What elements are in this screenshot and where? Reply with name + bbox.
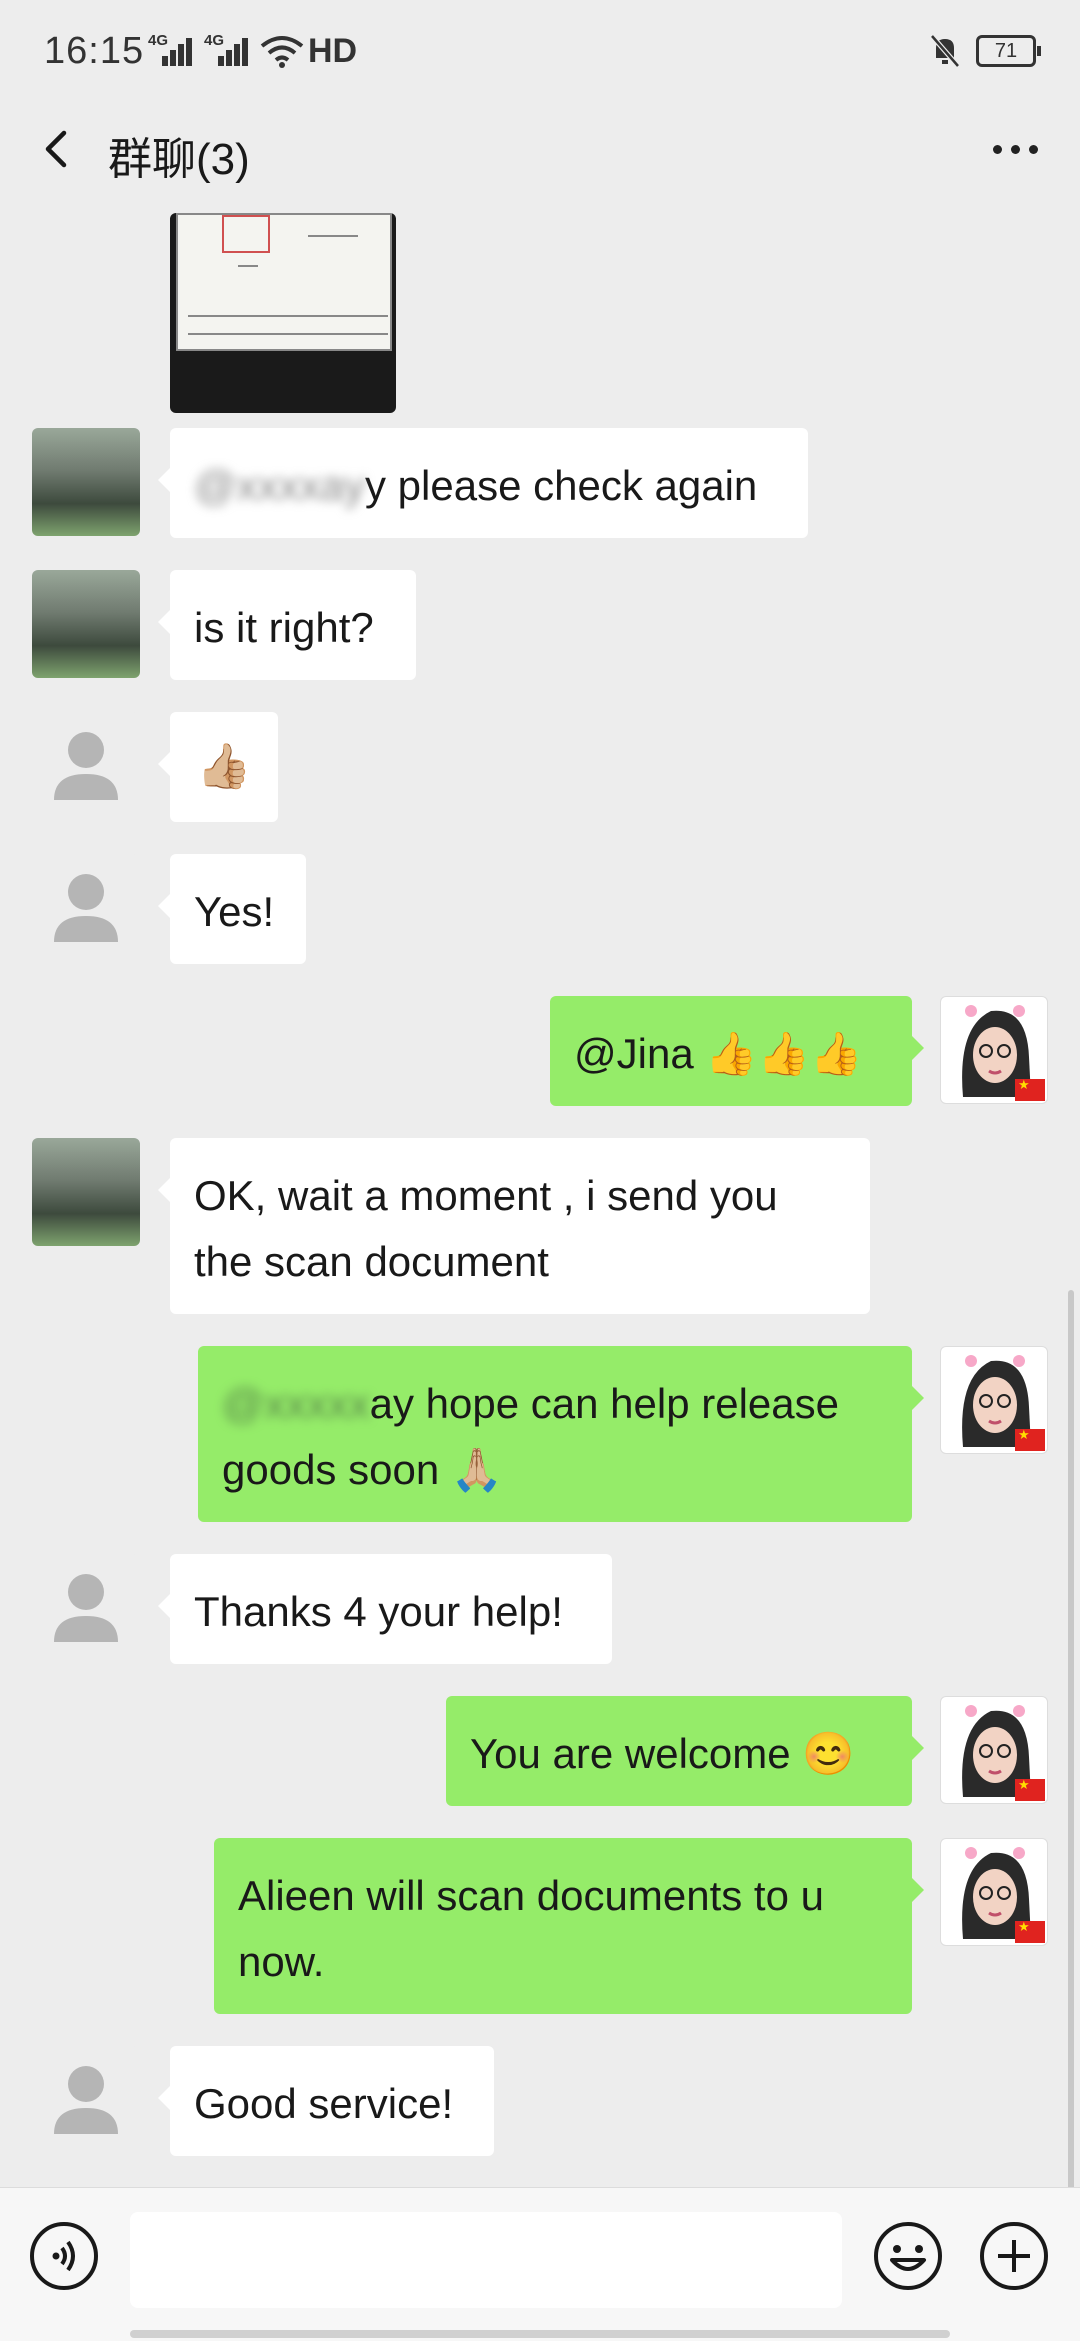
signal-icons: 4G 4G	[148, 32, 304, 68]
chat-area[interactable]: @xxxxayy please check again is it right?…	[0, 195, 1080, 2187]
self-avatar[interactable]	[940, 1346, 1048, 1454]
battery-icon: 71	[976, 35, 1041, 67]
hd-indicator: HD	[308, 32, 358, 70]
signal-icon: 4G	[148, 32, 194, 68]
nav-bar: 群聊(3)	[0, 105, 1080, 195]
message-bubble[interactable]: @xxxxxay hope can help release goods soo…	[198, 1346, 924, 1522]
back-arrow-icon	[45, 130, 67, 168]
default-user-icon	[54, 2066, 118, 2134]
more-button[interactable]	[980, 119, 1050, 179]
message-bubble[interactable]: is it right?	[158, 570, 416, 680]
input-bar	[0, 2187, 1080, 2341]
status-right: 71	[928, 34, 1041, 68]
signal-icon: 4G	[204, 32, 250, 68]
page-title: 群聊(3)	[108, 135, 250, 184]
group-member-avatar[interactable]	[32, 428, 140, 536]
china-flag-icon	[1015, 1427, 1045, 1451]
status-time: 16:15	[44, 30, 145, 72]
self-avatar[interactable]	[940, 996, 1048, 1104]
document-thumbnail	[176, 213, 392, 351]
default-user-icon	[54, 874, 118, 942]
default-user-icon	[54, 732, 118, 800]
voice-icon	[30, 2222, 98, 2290]
message-bubble[interactable]: @xxxxayy please check again	[158, 428, 808, 538]
self-avatar[interactable]	[940, 1838, 1048, 1946]
default-avatar[interactable]	[32, 854, 140, 962]
emoji-icon	[874, 2222, 942, 2290]
mute-bell-icon	[930, 34, 960, 68]
default-user-icon	[54, 1574, 118, 1642]
message-bubble[interactable]: Yes!	[158, 854, 306, 964]
group-member-avatar[interactable]	[32, 1138, 140, 1246]
back-button[interactable]	[30, 119, 90, 179]
message-bubble[interactable]: OK, wait a moment , i send you the scan …	[158, 1138, 870, 1314]
plus-button[interactable]	[978, 2220, 1050, 2292]
default-avatar[interactable]	[32, 1554, 140, 1662]
plus-icon	[980, 2222, 1048, 2290]
home-indicator	[130, 2330, 950, 2338]
message-bubble[interactable]: You are welcome 😊	[446, 1696, 924, 1806]
wifi-icon	[260, 36, 304, 68]
image-message[interactable]	[170, 213, 396, 413]
message-bubble[interactable]: Good service!	[158, 2046, 494, 2156]
message-bubble[interactable]: Thanks 4 your help!	[158, 1554, 612, 1664]
message-input[interactable]	[130, 2212, 842, 2308]
more-dots-icon	[992, 144, 1002, 154]
status-bar: 16:15 4G 4G HD 71	[0, 0, 1080, 105]
china-flag-icon	[1015, 1077, 1045, 1101]
message-bubble[interactable]: 👍🏼	[158, 712, 278, 822]
message-bubble[interactable]: Alieen will scan documents to u now.	[214, 1838, 924, 2014]
emoji-button[interactable]	[872, 2220, 944, 2292]
thumbs-up-emoji: 👍🏼	[196, 742, 252, 791]
self-avatar[interactable]	[940, 1696, 1048, 1804]
default-avatar[interactable]	[32, 2046, 140, 2154]
group-member-avatar[interactable]	[32, 570, 140, 678]
message-bubble[interactable]: @Jina 👍👍👍	[550, 996, 924, 1106]
scrollbar[interactable]	[1068, 1290, 1074, 2187]
china-flag-icon	[1015, 1777, 1045, 1801]
voice-button[interactable]	[28, 2220, 100, 2292]
china-flag-icon	[1015, 1919, 1045, 1943]
default-avatar[interactable]	[32, 712, 140, 820]
